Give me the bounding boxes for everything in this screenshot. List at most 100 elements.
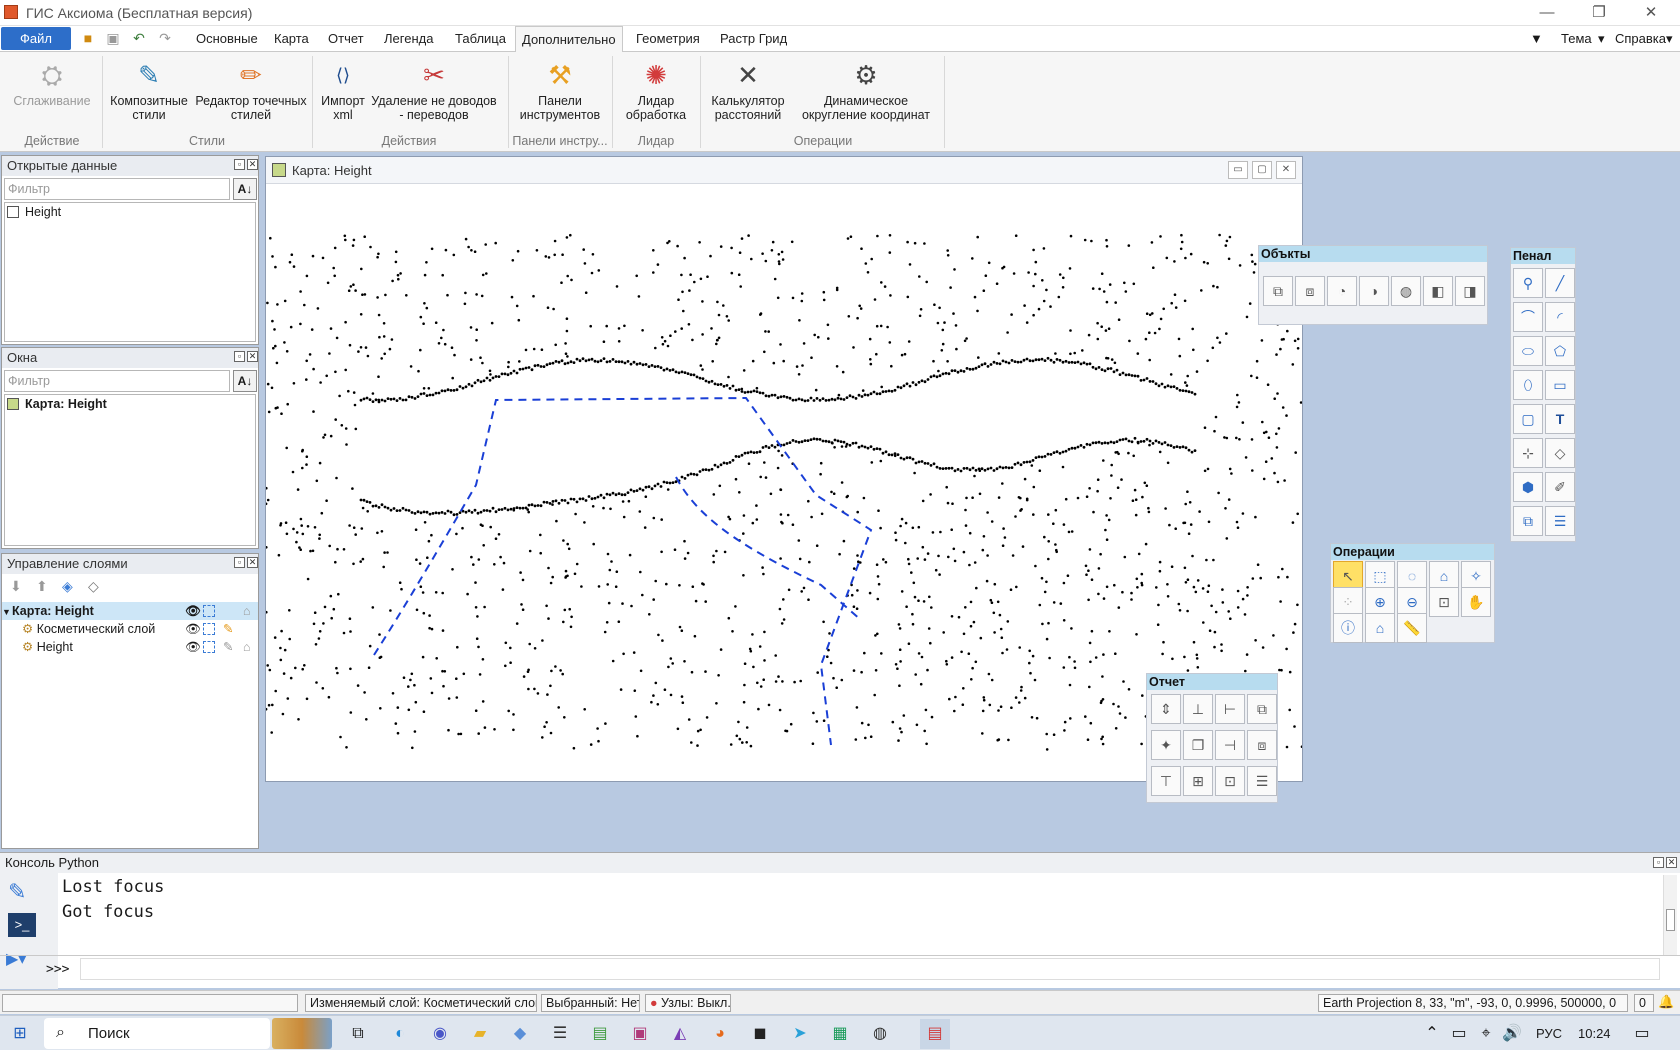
bring-front-icon[interactable]: ⧉ <box>1247 694 1277 724</box>
layer-row-cosmetic[interactable]: ⚙ Косметический слой 👁 ✎ <box>22 620 258 638</box>
layer-properties-icon[interactable]: ◇ <box>88 578 99 595</box>
buffer-icon[interactable]: ◍ <box>1391 276 1421 306</box>
restore-button[interactable]: ❐ <box>1576 0 1622 26</box>
magic-select-icon[interactable]: ✦ <box>1151 730 1181 760</box>
dynamic-rounding-button[interactable]: ⚙ Динамическое округление координат <box>800 58 932 122</box>
action-center-icon[interactable]: ▭ <box>1630 1022 1654 1046</box>
distribute-icon[interactable]: ☰ <box>1247 766 1277 796</box>
copy-object-icon[interactable]: ⧉ <box>1513 506 1543 536</box>
layer-row-height[interactable]: ⚙ Height 👁 ✎ ⌂ <box>22 638 258 656</box>
redo-icon[interactable]: ↷ <box>156 30 174 47</box>
close-button[interactable]: ✕ <box>1628 0 1674 26</box>
firefox-icon[interactable]: ◕ <box>708 1022 732 1046</box>
tab-legend[interactable]: Легенда <box>378 26 439 52</box>
volume-icon[interactable]: 🔊 <box>1500 1022 1524 1046</box>
selectable-icon[interactable] <box>203 623 215 635</box>
rectangle-icon[interactable]: ▭ <box>1545 370 1575 400</box>
battery-icon[interactable]: ▭ <box>1447 1022 1471 1046</box>
help-caret-icon[interactable]: ▾ <box>1666 26 1673 52</box>
float-panel-icon[interactable]: ▫ <box>234 351 245 362</box>
tab-raster-grid[interactable]: Растр Грид <box>714 26 793 52</box>
file-explorer-icon[interactable]: ▰ <box>468 1022 492 1046</box>
ruler-icon[interactable]: 📏 <box>1397 613 1427 643</box>
rounded-rectangle-icon[interactable]: ▢ <box>1513 404 1543 434</box>
add-layer-icon[interactable]: ◈ <box>62 578 73 595</box>
add-node-icon[interactable]: ⊹ <box>1513 438 1543 468</box>
status-projection[interactable]: Earth Projection 8, 33, "m", -93, 0, 0.9… <box>1318 994 1628 1012</box>
tree-expand-icon[interactable]: ▼ <box>2 603 12 621</box>
tab-map[interactable]: Карта <box>268 26 315 52</box>
language-indicator[interactable]: РУС <box>1536 1026 1562 1041</box>
erase-outside-icon[interactable]: ◑ <box>1359 276 1389 306</box>
fit-page-icon[interactable]: ⊡ <box>1215 766 1245 796</box>
distance-calculator-button[interactable]: ✕ Калькулятор расстояний <box>703 58 793 122</box>
minimize-button[interactable]: — <box>1524 0 1570 26</box>
telegram-icon[interactable]: ➤ <box>788 1022 812 1046</box>
network-icon[interactable]: ⌖ <box>1474 1022 1498 1046</box>
align-bottom-icon[interactable]: ⊤ <box>1151 766 1181 796</box>
pan-hand-icon[interactable]: ✋ <box>1461 587 1491 617</box>
map-close-button[interactable]: ✕ <box>1276 161 1296 179</box>
smoothing-button[interactable]: ⛭ Сглаживание <box>8 58 96 108</box>
send-back-icon[interactable]: ⧈ <box>1247 730 1277 760</box>
pycharm-icon[interactable]: ▦ <box>828 1022 852 1046</box>
tab-additional[interactable]: Дополнительно <box>515 26 623 53</box>
map-minimize-button[interactable]: ▭ <box>1228 161 1248 179</box>
close-panel-icon[interactable]: ✕ <box>247 159 258 170</box>
open-data-filter-input[interactable]: Фильтр <box>4 178 230 200</box>
mirror-horizontal-icon[interactable]: ◨ <box>1455 276 1485 306</box>
ide-icon[interactable]: ▣ <box>628 1022 652 1046</box>
sort-button[interactable]: A↓ <box>233 178 257 200</box>
fit-width-icon[interactable]: ⊞ <box>1183 766 1213 796</box>
combine-icon[interactable]: ⧉ <box>1263 276 1293 306</box>
app-icon-2[interactable]: ☰ <box>548 1022 572 1046</box>
line-icon[interactable]: ╱ <box>1545 268 1575 298</box>
align-left-icon[interactable]: ⊣ <box>1215 730 1245 760</box>
taskbar-search[interactable]: ⌕ Поиск <box>44 1018 270 1049</box>
label-tool-icon[interactable]: ⌂ <box>1365 613 1395 643</box>
float-panel-icon[interactable]: ▫ <box>234 557 245 568</box>
float-panel-icon[interactable]: ▫ <box>234 159 245 170</box>
align-top-icon[interactable]: ⊥ <box>1183 694 1213 724</box>
polygon-icon[interactable]: ⬠ <box>1545 336 1575 366</box>
close-panel-icon[interactable]: ✕ <box>1666 857 1677 868</box>
app-icon-4[interactable]: ◍ <box>868 1022 892 1046</box>
remove-undershoots-button[interactable]: ✂ Удаление не доводов - переводов <box>370 58 498 122</box>
undo-icon[interactable]: ↶ <box>130 30 148 47</box>
tab-table[interactable]: Таблица <box>449 26 512 52</box>
circle-icon[interactable]: ⬯ <box>1513 370 1543 400</box>
point-style-editor-button[interactable]: ✏ Редактор точечных стилей <box>193 58 309 122</box>
app-icon-1[interactable]: ◆ <box>508 1022 532 1046</box>
toolbars-button[interactable]: ⚒ Панели инструментов <box>510 58 610 122</box>
edge-icon[interactable]: ◐ <box>388 1022 412 1046</box>
float-panel-icon[interactable]: ▫ <box>1653 857 1664 868</box>
tab-report[interactable]: Отчет <box>322 26 370 52</box>
save-icon[interactable]: ▣ <box>104 30 122 47</box>
move-layer-up-icon[interactable]: ⬆ <box>36 578 48 595</box>
erase-icon[interactable]: ◔ <box>1327 276 1357 306</box>
close-panel-icon[interactable]: ✕ <box>247 557 258 568</box>
align-center-icon[interactable]: ⊢ <box>1215 694 1245 724</box>
axioma-taskbar-icon[interactable]: ▤ <box>920 1019 950 1049</box>
object-info-icon[interactable]: ☰ <box>1545 506 1575 536</box>
list-item[interactable]: Карта: Height <box>5 395 255 413</box>
selectable-icon[interactable] <box>203 605 215 617</box>
editable-pencil-icon[interactable]: ✎ <box>223 620 233 638</box>
theme-menu[interactable]: Тема <box>1561 26 1592 52</box>
split-icon[interactable]: ⧈ <box>1295 276 1325 306</box>
import-xml-button[interactable]: ⟨⟩ Импорт xml <box>316 58 370 122</box>
text-icon[interactable]: T <box>1545 404 1575 434</box>
label-icon[interactable]: ⌂ <box>243 602 251 620</box>
insert-object-icon[interactable]: ⬢ <box>1513 472 1543 502</box>
status-nodes[interactable]: ● Узлы: Выкл. <box>645 994 731 1012</box>
move-layer-down-icon[interactable]: ⬇ <box>10 578 22 595</box>
shape-node-icon[interactable]: ◇ <box>1545 438 1575 468</box>
visual-studio-icon[interactable]: ◭ <box>668 1022 692 1046</box>
edit-object-icon[interactable]: ✐ <box>1545 472 1575 502</box>
ribbon-collapse-icon[interactable]: ▼ <box>1530 26 1543 52</box>
zoom-extent-icon[interactable]: ⊡ <box>1429 587 1459 617</box>
selectable-icon[interactable] <box>203 641 215 653</box>
tray-arrow-icon[interactable]: ⌃ <box>1420 1022 1444 1046</box>
layer-map-row[interactable]: ▼Карта: Height 👁 ⌂ <box>2 602 258 620</box>
mirror-icon[interactable]: ◧ <box>1423 276 1453 306</box>
